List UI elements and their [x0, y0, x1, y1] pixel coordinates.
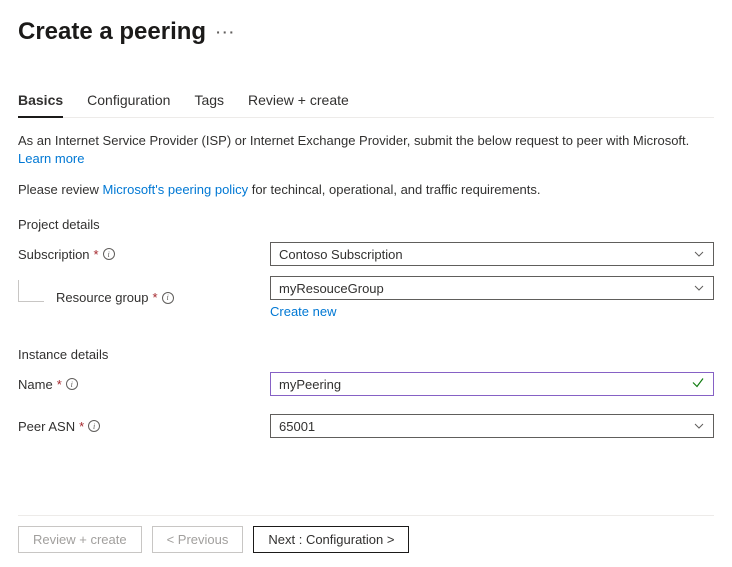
required-indicator: * [153, 290, 158, 305]
required-indicator: * [79, 419, 84, 434]
required-indicator: * [94, 247, 99, 262]
peer-asn-value[interactable] [279, 419, 705, 434]
next-button[interactable]: Next : Configuration > [253, 526, 409, 553]
info-icon[interactable]: i [88, 420, 100, 432]
subscription-value[interactable] [279, 247, 705, 262]
review-create-button[interactable]: Review + create [18, 526, 142, 553]
peer-asn-label: Peer ASN [18, 419, 75, 434]
learn-more-link[interactable]: Learn more [18, 151, 84, 166]
name-input-wrap [270, 372, 714, 396]
project-details-header: Project details [18, 217, 714, 232]
peer-asn-select[interactable] [270, 414, 714, 438]
instance-details-header: Instance details [18, 347, 714, 362]
footer-actions: Review + create < Previous Next : Config… [18, 515, 714, 553]
policy-suffix: for techincal, operational, and traffic … [248, 182, 540, 197]
tree-indent-line [18, 280, 44, 302]
tab-tags[interactable]: Tags [194, 86, 224, 118]
info-icon[interactable]: i [103, 248, 115, 260]
resource-group-label: Resource group [56, 290, 149, 305]
name-input[interactable] [279, 377, 705, 392]
resource-group-value[interactable] [279, 281, 705, 296]
resource-group-select[interactable] [270, 276, 714, 300]
policy-prefix: Please review [18, 182, 103, 197]
tabs: Basics Configuration Tags Review + creat… [18, 86, 714, 118]
page-title: Create a peering [18, 18, 206, 46]
previous-button[interactable]: < Previous [152, 526, 244, 553]
create-new-link[interactable]: Create new [270, 304, 714, 319]
tab-configuration[interactable]: Configuration [87, 86, 170, 118]
required-indicator: * [57, 377, 62, 392]
info-icon[interactable]: i [162, 292, 174, 304]
intro-text: As an Internet Service Provider (ISP) or… [18, 133, 689, 148]
info-icon[interactable]: i [66, 378, 78, 390]
more-actions-icon[interactable]: ··· [216, 24, 236, 40]
peering-policy-link[interactable]: Microsoft's peering policy [103, 182, 249, 197]
name-label: Name [18, 377, 53, 392]
subscription-select[interactable] [270, 242, 714, 266]
check-icon [691, 376, 705, 393]
subscription-label: Subscription [18, 247, 90, 262]
tab-basics[interactable]: Basics [18, 86, 63, 118]
tab-review-create[interactable]: Review + create [248, 86, 349, 118]
